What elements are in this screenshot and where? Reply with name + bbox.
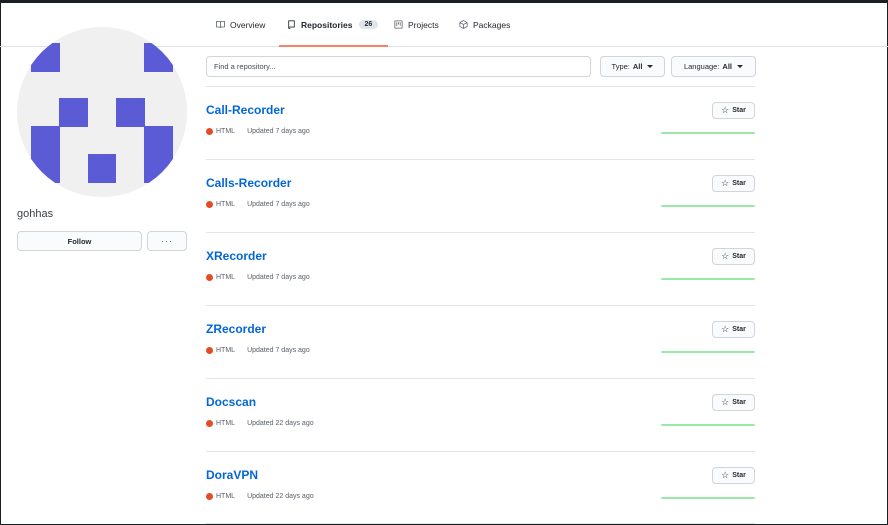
activity-sparkline bbox=[661, 351, 755, 353]
repo-language: HTML bbox=[216, 201, 236, 208]
star-button[interactable]: ☆ Star bbox=[712, 175, 755, 192]
star-icon: ☆ bbox=[721, 178, 730, 188]
language-color-dot bbox=[206, 201, 213, 208]
tab-overview-label: Overview bbox=[230, 19, 266, 30]
book-icon bbox=[216, 21, 225, 28]
activity-sparkline bbox=[661, 424, 755, 426]
repo-updated: Updated 22 days ago bbox=[247, 420, 314, 427]
repo-list-item: Docscan HTML Updated 22 days ago ☆ Star bbox=[206, 378, 755, 451]
activity-sparkline bbox=[661, 205, 755, 207]
repo-list-item: ZRecorder HTML Updated 7 days ago ☆ Star bbox=[206, 305, 755, 378]
star-icon: ☆ bbox=[721, 105, 730, 115]
star-button[interactable]: ☆ Star bbox=[712, 394, 755, 411]
tab-repositories-label: Repositories bbox=[301, 19, 353, 30]
activity-sparkline bbox=[661, 497, 755, 499]
tab-projects[interactable]: Projects bbox=[394, 3, 439, 46]
window-left-edge bbox=[0, 3, 1, 525]
language-color-dot bbox=[206, 128, 213, 135]
repo-language: HTML bbox=[216, 420, 236, 427]
repo-list-item: XRecorder HTML Updated 7 days ago ☆ Star bbox=[206, 232, 755, 305]
repo-list-item: DoraVPN HTML Updated 22 days ago ☆ Star bbox=[206, 451, 755, 524]
repo-name-link[interactable]: XRecorder bbox=[206, 249, 267, 263]
repo-language: HTML bbox=[216, 128, 236, 135]
repo-meta: HTML Updated 7 days ago bbox=[206, 347, 310, 354]
star-label: Star bbox=[732, 326, 746, 333]
package-icon bbox=[459, 20, 468, 29]
star-icon: ☆ bbox=[721, 324, 730, 334]
star-icon: ☆ bbox=[721, 397, 730, 407]
repo-list-item: Call-Recorder HTML Updated 7 days ago ☆ S… bbox=[206, 86, 755, 159]
repo-meta: HTML Updated 7 days ago bbox=[206, 201, 310, 208]
more-options-button[interactable]: ··· bbox=[147, 231, 187, 251]
avatar-pixel bbox=[144, 43, 173, 72]
activity-sparkline bbox=[661, 278, 755, 280]
star-label: Star bbox=[732, 472, 746, 479]
language-filter-value: All bbox=[722, 62, 733, 71]
repo-updated: Updated 22 days ago bbox=[247, 493, 314, 500]
repo-name-link[interactable]: Calls-Recorder bbox=[206, 176, 291, 190]
language-color-dot bbox=[206, 493, 213, 500]
repositories-count-badge: 26 bbox=[358, 20, 379, 29]
star-button[interactable]: ☆ Star bbox=[712, 248, 755, 265]
avatar-pixel bbox=[59, 98, 88, 127]
repo-list-item: Calls-Recorder HTML Updated 7 days ago ☆… bbox=[206, 159, 755, 232]
list-divider bbox=[206, 523, 755, 524]
avatar-pixel bbox=[144, 126, 173, 183]
project-icon bbox=[394, 20, 403, 29]
avatar-pixel bbox=[116, 98, 145, 127]
tab-repositories[interactable]: Repositories 26 bbox=[278, 3, 389, 47]
chevron-down-icon bbox=[737, 65, 744, 68]
star-button[interactable]: ☆ Star bbox=[712, 321, 755, 338]
repo-updated: Updated 7 days ago bbox=[247, 201, 310, 208]
avatar-pixel bbox=[88, 154, 116, 183]
avatar-pixel bbox=[31, 43, 60, 72]
repo-updated: Updated 7 days ago bbox=[247, 274, 310, 281]
language-color-dot bbox=[206, 347, 213, 354]
tab-overview[interactable]: Overview bbox=[216, 3, 265, 46]
chevron-down-icon bbox=[647, 65, 654, 68]
repo-meta: HTML Updated 22 days ago bbox=[206, 493, 314, 500]
star-label: Star bbox=[732, 399, 746, 406]
type-filter-dropdown[interactable]: Type: All bbox=[600, 56, 665, 77]
star-button[interactable]: ☆ Star bbox=[712, 102, 755, 119]
repo-language: HTML bbox=[216, 347, 236, 354]
language-filter-label: Language: bbox=[683, 62, 720, 71]
avatar[interactable] bbox=[17, 27, 187, 197]
repo-meta: HTML Updated 7 days ago bbox=[206, 128, 310, 135]
tab-packages[interactable]: Packages bbox=[459, 3, 510, 46]
language-color-dot bbox=[206, 274, 213, 281]
repo-updated: Updated 7 days ago bbox=[247, 128, 310, 135]
star-label: Star bbox=[732, 180, 746, 187]
repo-name-link[interactable]: ZRecorder bbox=[206, 322, 266, 336]
type-filter-label: Type: bbox=[611, 62, 630, 71]
repo-name-link[interactable]: Call-Recorder bbox=[206, 103, 285, 117]
tab-projects-label: Projects bbox=[408, 19, 439, 30]
repo-meta: HTML Updated 22 days ago bbox=[206, 420, 314, 427]
repo-language: HTML bbox=[216, 493, 236, 500]
repo-language: HTML bbox=[216, 274, 236, 281]
star-label: Star bbox=[732, 107, 746, 114]
follow-button[interactable]: Follow bbox=[17, 231, 142, 251]
find-repository-input[interactable] bbox=[206, 56, 591, 77]
star-icon: ☆ bbox=[721, 251, 730, 261]
star-icon: ☆ bbox=[721, 470, 730, 480]
profile-username: gohhas bbox=[17, 208, 54, 220]
star-label: Star bbox=[732, 253, 746, 260]
repo-updated: Updated 7 days ago bbox=[247, 347, 310, 354]
repo-icon bbox=[288, 20, 295, 29]
repo-name-link[interactable]: DoraVPN bbox=[206, 468, 258, 482]
tab-packages-label: Packages bbox=[473, 19, 511, 30]
language-color-dot bbox=[206, 420, 213, 427]
type-filter-value: All bbox=[632, 62, 643, 71]
activity-sparkline bbox=[661, 132, 755, 134]
repo-meta: HTML Updated 7 days ago bbox=[206, 274, 310, 281]
repo-name-link[interactable]: Docscan bbox=[206, 395, 256, 409]
language-filter-dropdown[interactable]: Language: All bbox=[671, 56, 756, 77]
star-button[interactable]: ☆ Star bbox=[712, 467, 755, 484]
avatar-pixel bbox=[31, 126, 60, 183]
